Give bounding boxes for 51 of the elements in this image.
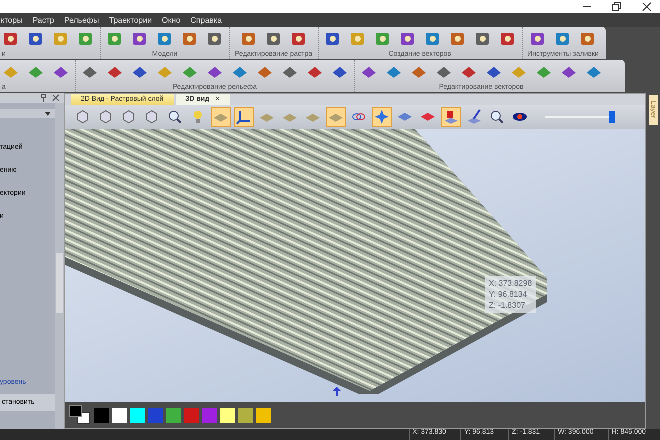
toolbar-icon[interactable] bbox=[374, 30, 392, 48]
menu-item[interactable]: Окно bbox=[162, 16, 181, 24]
coordinate-text: Y: 96.8134 bbox=[489, 289, 528, 300]
toolbar-icon[interactable] bbox=[424, 30, 442, 48]
color-swatch[interactable] bbox=[112, 408, 127, 422]
toolbar-icon[interactable] bbox=[474, 30, 492, 48]
toolbar-icon[interactable] bbox=[290, 30, 308, 48]
3d-viewport[interactable]: X: 373.8298 Y: 96.8134 Z: -1.8307 bbox=[65, 129, 645, 402]
toolbar-icon[interactable] bbox=[2, 30, 20, 48]
toolbar-icon[interactable] bbox=[398, 30, 417, 48]
menu-item[interactable]: Справка bbox=[190, 16, 222, 24]
color-pair-icon[interactable] bbox=[69, 405, 91, 425]
color-swatch[interactable] bbox=[238, 408, 253, 422]
toolbar-icon[interactable] bbox=[206, 30, 224, 48]
toolbar-icon[interactable] bbox=[448, 30, 467, 48]
scrollbar[interactable] bbox=[55, 103, 64, 429]
toolbar-icon[interactable] bbox=[264, 30, 283, 48]
toolbar-icon[interactable] bbox=[77, 30, 95, 48]
restore-icon[interactable] bbox=[612, 2, 622, 12]
toolbar-icon[interactable] bbox=[156, 30, 174, 48]
coordinate-text: X: 373.8298 bbox=[489, 278, 532, 289]
menu-item[interactable]: кторы bbox=[1, 16, 23, 24]
color-swatch[interactable] bbox=[184, 408, 199, 422]
toolbar-icon[interactable] bbox=[131, 30, 149, 48]
menu-item[interactable]: Траектории bbox=[109, 16, 152, 24]
toolbar-icon[interactable] bbox=[27, 30, 45, 48]
color-swatch[interactable] bbox=[166, 408, 181, 422]
menu-item[interactable]: Рельефы bbox=[64, 16, 100, 24]
coordinate-text: Z: -1.8307 bbox=[489, 300, 526, 311]
person-icon[interactable] bbox=[441, 107, 461, 127]
pin-icon[interactable] bbox=[40, 94, 48, 102]
axes-icon[interactable] bbox=[234, 107, 254, 127]
color-swatch[interactable] bbox=[148, 408, 163, 422]
color-swatch[interactable] bbox=[256, 408, 271, 422]
color-swatch[interactable] bbox=[94, 408, 109, 422]
toolbar-icon[interactable] bbox=[181, 30, 199, 48]
toolbar-icon[interactable] bbox=[240, 30, 258, 48]
slider-thumb[interactable] bbox=[609, 111, 615, 123]
close-icon[interactable] bbox=[642, 2, 652, 12]
dropdown[interactable] bbox=[0, 109, 55, 118]
star-icon[interactable] bbox=[372, 107, 392, 127]
color-swatch[interactable] bbox=[130, 408, 145, 422]
toolbar-icon[interactable] bbox=[498, 30, 517, 48]
toolbar-icon[interactable] bbox=[324, 30, 342, 48]
color-swatch[interactable] bbox=[220, 408, 235, 422]
pointer-icon bbox=[333, 387, 341, 396]
menu-item[interactable]: Растр bbox=[32, 16, 54, 24]
toolbar-icon[interactable] bbox=[106, 30, 124, 48]
slider[interactable] bbox=[545, 111, 615, 123]
color-swatch[interactable] bbox=[202, 408, 217, 422]
caret-icon bbox=[44, 110, 52, 118]
